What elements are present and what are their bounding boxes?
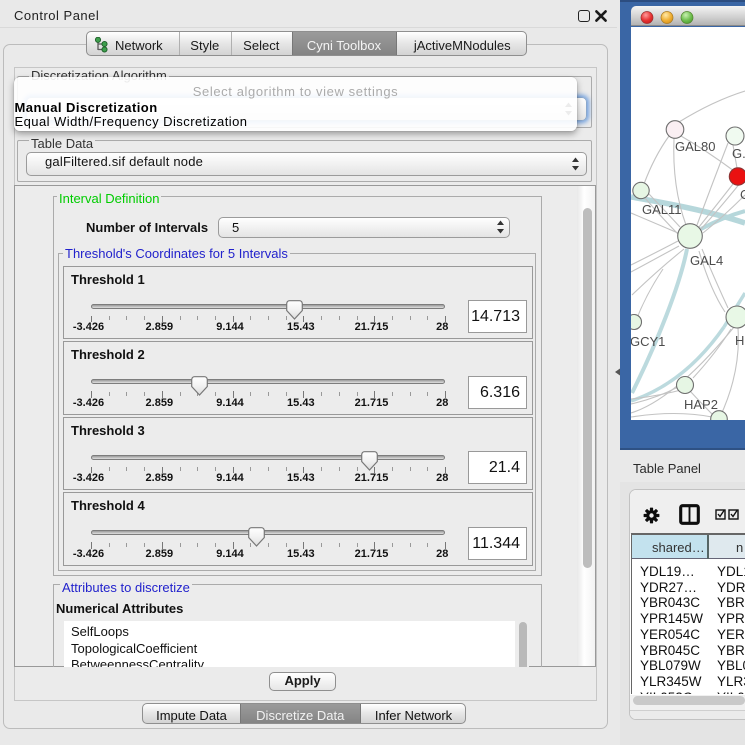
svg-text:GCY1: GCY1 (631, 334, 665, 349)
svg-text:H: H (735, 333, 744, 348)
svg-text:HAP2: HAP2 (684, 397, 718, 412)
svg-text:GAL11: GAL11 (642, 202, 682, 217)
svg-text:GAL4: GAL4 (690, 253, 723, 268)
svg-text:GAL80: GAL80 (675, 139, 715, 154)
svg-text:C: C (740, 187, 745, 202)
svg-text:G.: G. (732, 146, 745, 161)
